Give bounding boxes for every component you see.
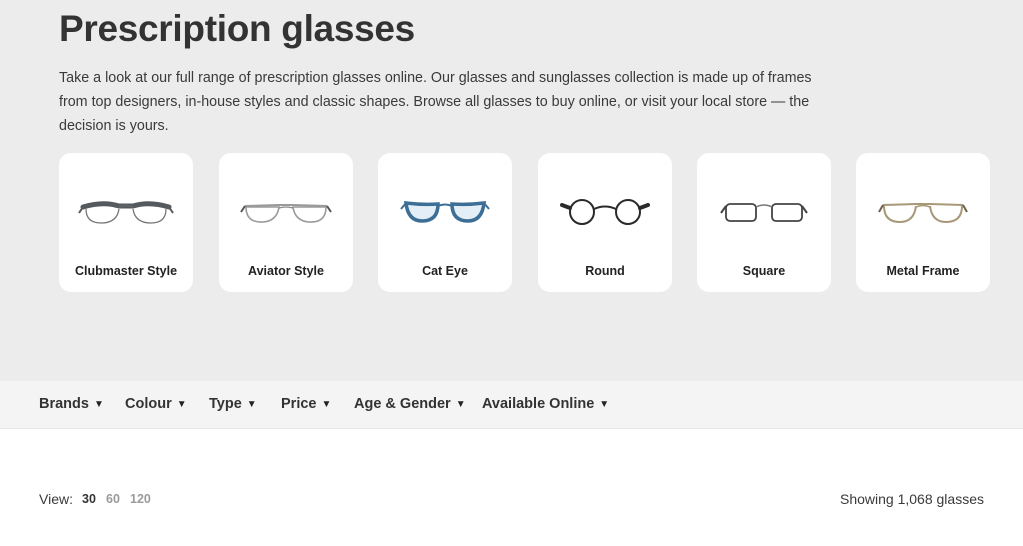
metal-frame-glasses-icon (878, 203, 968, 224)
view-label: View: (39, 491, 73, 507)
view-option-60[interactable]: 60 (106, 492, 120, 506)
category-card-aviator[interactable]: Aviator Style (219, 153, 353, 292)
results-count: Showing 1,068 glasses (840, 491, 984, 507)
category-label: Round (585, 264, 625, 278)
caret-down-icon: ▼ (455, 399, 466, 410)
round-glasses-icon (560, 199, 650, 225)
hero-section: Prescription glasses Take a look at our … (0, 0, 1023, 381)
caret-down-icon: ▼ (93, 399, 104, 410)
aviator-glasses-icon (240, 204, 332, 223)
caret-down-icon: ▼ (246, 399, 257, 410)
filter-label: Available Online (482, 396, 595, 412)
square-glasses-icon (720, 203, 808, 222)
view-option-30[interactable]: 30 (82, 492, 96, 506)
caret-down-icon: ▼ (321, 399, 332, 410)
filter-age-gender[interactable]: Age & Gender ▼ (354, 396, 466, 412)
caret-down-icon: ▼ (599, 399, 610, 410)
category-label: Clubmaster Style (74, 264, 178, 278)
page-title: Prescription glasses (59, 8, 415, 49)
filter-label: Type (209, 396, 242, 412)
category-card-round[interactable]: Round (538, 153, 672, 292)
caret-down-icon: ▼ (176, 399, 187, 410)
filter-label: Brands (39, 396, 89, 412)
cat-eye-glasses-icon (400, 200, 490, 223)
filter-available-online[interactable]: Available Online ▼ (482, 396, 609, 412)
filter-label: Price (281, 396, 317, 412)
category-label: Cat Eye (422, 264, 468, 278)
category-card-clubmaster[interactable]: Clubmaster Style (59, 153, 193, 292)
category-card-cat-eye[interactable]: Cat Eye (378, 153, 512, 292)
category-label: Metal Frame (886, 264, 960, 278)
filter-type[interactable]: Type ▼ (209, 396, 257, 412)
category-label: Aviator Style (248, 264, 324, 278)
page-intro: Take a look at our full range of prescri… (59, 70, 812, 134)
filter-price[interactable]: Price ▼ (281, 396, 331, 412)
view-option-120[interactable]: 120 (130, 492, 151, 506)
filter-label: Age & Gender (354, 396, 451, 412)
clubmaster-glasses-icon (78, 201, 174, 224)
category-card-metal-frame[interactable]: Metal Frame (856, 153, 990, 292)
filter-brands[interactable]: Brands ▼ (39, 396, 104, 412)
filter-label: Colour (125, 396, 172, 412)
category-card-square[interactable]: Square (697, 153, 831, 292)
filter-colour[interactable]: Colour ▼ (125, 396, 187, 412)
category-label: Square (742, 264, 786, 278)
filter-bar: Brands ▼ Colour ▼ Type ▼ Price ▼ Age & Gende… (0, 381, 1023, 429)
